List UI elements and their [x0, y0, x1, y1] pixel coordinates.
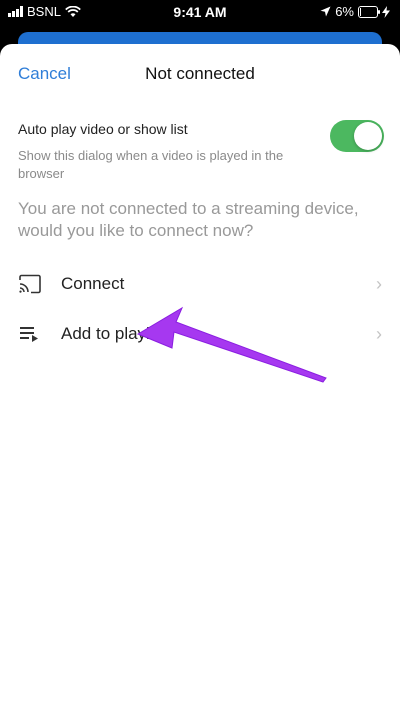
- playlist-add-icon: [20, 327, 38, 342]
- chevron-right-icon: ›: [376, 324, 382, 344]
- not-connected-sheet: Cancel Not connected Auto play video or …: [0, 44, 400, 711]
- status-bar: BSNL 9:41 AM 6%: [0, 0, 400, 24]
- autoplay-setting-description: Show this dialog when a video is played …: [18, 148, 284, 181]
- battery-icon: [358, 5, 380, 18]
- annotation-arrow: [136, 306, 327, 383]
- autoplay-toggle[interactable]: [330, 120, 384, 152]
- status-right: 6%: [320, 4, 390, 19]
- sheet-navbar: Cancel Not connected: [0, 44, 400, 104]
- connect-option[interactable]: Connect ›: [0, 260, 400, 308]
- cast-icon: [19, 274, 41, 294]
- location-arrow-icon: [320, 6, 331, 17]
- toggle-knob: [354, 122, 382, 150]
- connect-prompt-text: You are not connected to a streaming dev…: [18, 199, 359, 240]
- chevron-right-icon: ›: [376, 274, 382, 294]
- charging-bolt-icon: [382, 5, 390, 18]
- sheet-title: Not connected: [145, 64, 255, 83]
- battery-fill: [360, 7, 361, 16]
- connect-label: Connect: [61, 274, 125, 293]
- autoplay-setting-title: Auto play video or show list: [18, 121, 188, 137]
- battery-percent: 6%: [335, 4, 354, 19]
